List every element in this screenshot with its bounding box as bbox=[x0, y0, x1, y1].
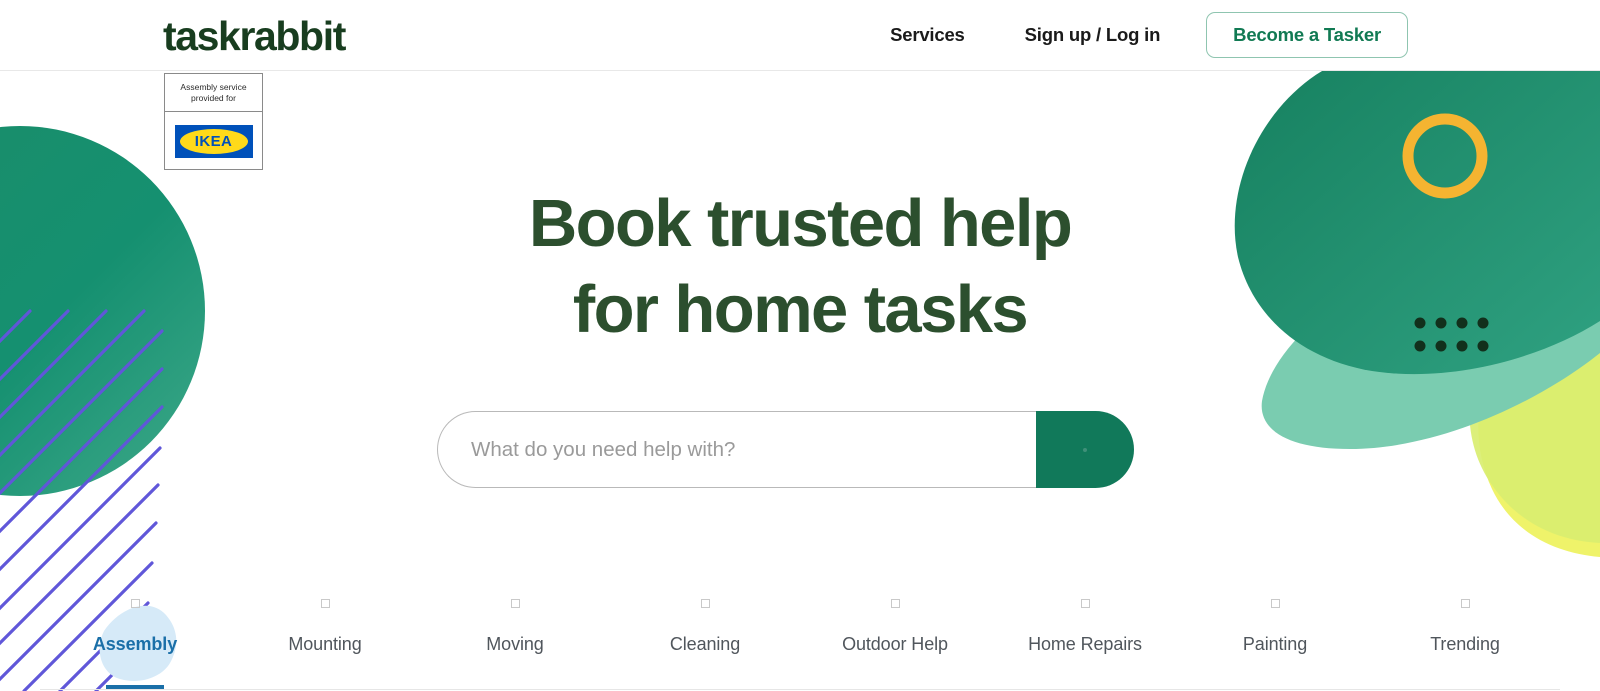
category-tab-home-repairs[interactable]: Home Repairs bbox=[990, 585, 1180, 689]
category-tab-mounting[interactable]: Mounting bbox=[230, 585, 420, 689]
category-tab-assembly[interactable]: Assembly bbox=[40, 585, 230, 689]
assembly-icon bbox=[130, 599, 140, 608]
home-repairs-icon bbox=[1080, 599, 1090, 608]
site-header: taskrabbit Services Sign up / Log in Bec… bbox=[0, 0, 1600, 71]
category-tab-underline bbox=[1056, 685, 1114, 689]
category-tabs-row: Assembly Mounting Moving Cleaning Outdoor He… bbox=[40, 586, 1560, 690]
category-tab-label: Home Repairs bbox=[1028, 634, 1142, 654]
ikea-badge-caption: Assembly service provided for bbox=[165, 74, 262, 112]
ikea-partner-badge: Assembly service provided for IKEA bbox=[164, 73, 263, 170]
search-icon bbox=[1083, 447, 1087, 452]
search-field-container bbox=[437, 411, 1037, 488]
category-tab-label: Moving bbox=[486, 634, 544, 654]
category-tabs: Assembly Mounting Moving Cleaning Outdoor He… bbox=[40, 586, 1560, 691]
headline-line-1: Book trusted help bbox=[528, 186, 1073, 261]
category-tab-underline bbox=[296, 685, 354, 689]
search-submit-button[interactable] bbox=[1036, 411, 1134, 488]
category-tab-label: Assembly bbox=[92, 634, 178, 654]
ikea-logo-wrapper: IKEA bbox=[165, 112, 262, 170]
taskrabbit-homepage-hero: taskrabbit Services Sign up / Log in Bec… bbox=[0, 0, 1600, 691]
taskrabbit-logo[interactable]: taskrabbit bbox=[163, 14, 346, 58]
nav-services[interactable]: Services bbox=[890, 24, 965, 46]
category-tab-underline bbox=[486, 685, 544, 689]
category-tab-underline bbox=[866, 685, 924, 689]
trending-icon bbox=[1460, 599, 1470, 608]
category-tab-label: Painting bbox=[1242, 634, 1308, 654]
mounting-icon bbox=[320, 599, 330, 608]
category-tab-moving[interactable]: Moving bbox=[420, 585, 610, 689]
category-tab-underline bbox=[676, 685, 734, 689]
category-tab-label: Cleaning bbox=[669, 634, 741, 654]
category-tab-label: Trending bbox=[1430, 634, 1500, 654]
category-tab-label: Outdoor Help bbox=[842, 634, 948, 654]
outdoor-help-icon bbox=[890, 599, 900, 608]
ikea-wordmark: IKEA bbox=[194, 132, 233, 150]
ikea-logo: IKEA bbox=[174, 124, 253, 158]
page-title: Book trusted help for home tasks bbox=[0, 181, 1600, 353]
category-tab-outdoor-help[interactable]: Outdoor Help bbox=[800, 585, 990, 689]
painting-icon bbox=[1270, 599, 1280, 608]
category-tab-underline bbox=[106, 685, 164, 689]
hero-search-bar bbox=[437, 411, 1134, 488]
nav-signup-login[interactable]: Sign up / Log in bbox=[1025, 24, 1161, 46]
headline-line-2: for home tasks bbox=[572, 272, 1029, 347]
category-tab-underline bbox=[1436, 685, 1494, 689]
primary-navigation: Services Sign up / Log in Become a Taske… bbox=[890, 0, 1408, 70]
search-input[interactable] bbox=[471, 412, 1021, 487]
category-tab-painting[interactable]: Painting bbox=[1180, 585, 1370, 689]
become-a-tasker-button[interactable]: Become a Tasker bbox=[1206, 12, 1408, 58]
category-tab-underline bbox=[1246, 685, 1304, 689]
moving-icon bbox=[510, 599, 520, 608]
category-tab-trending[interactable]: Trending bbox=[1370, 585, 1560, 689]
category-tab-label: Mounting bbox=[288, 634, 362, 654]
category-tab-cleaning[interactable]: Cleaning bbox=[610, 585, 800, 689]
ikea-logo-oval: IKEA bbox=[179, 128, 248, 154]
cleaning-icon bbox=[700, 599, 710, 608]
